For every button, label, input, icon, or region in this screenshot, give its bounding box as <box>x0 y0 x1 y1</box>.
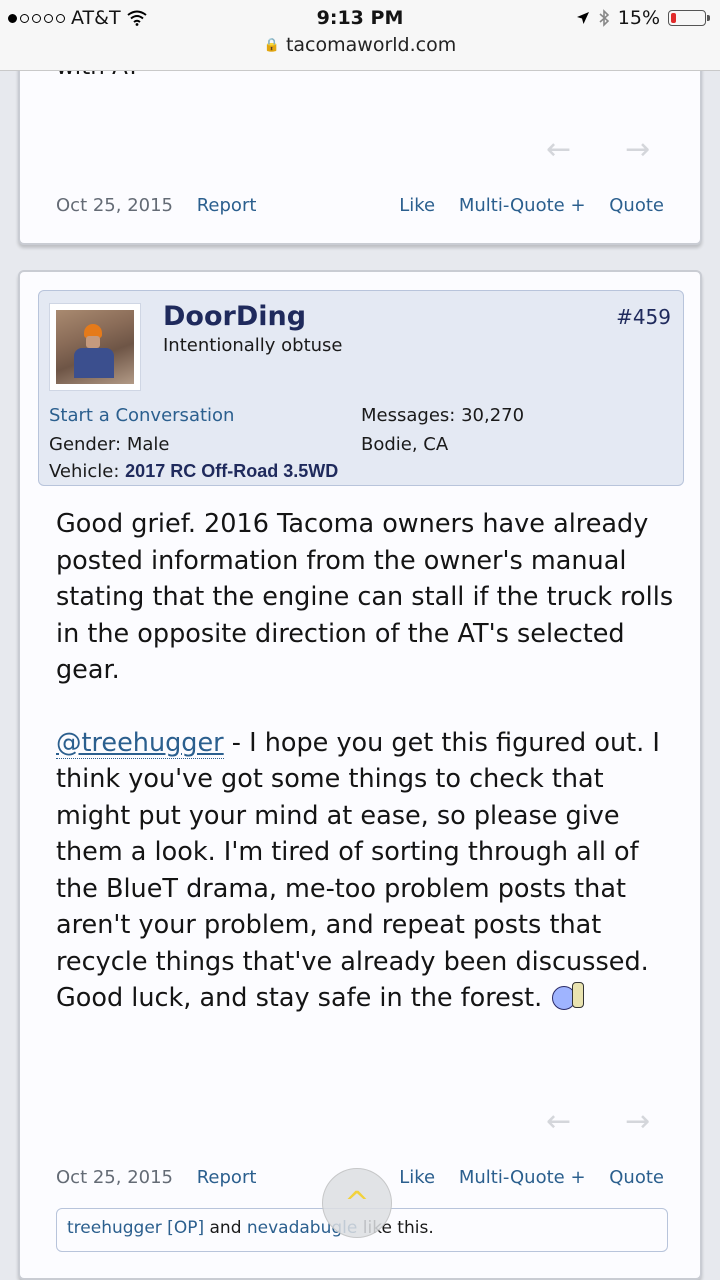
post-date: Oct 25, 2015 <box>56 195 173 216</box>
url-text: tacomaworld.com <box>285 34 457 56</box>
scroll-to-top-button[interactable]: ^ <box>322 1168 392 1238</box>
like-link[interactable]: Like <box>399 195 435 216</box>
post-nav: ← → <box>546 132 650 167</box>
start-conversation-link[interactable]: Start a Conversation <box>49 405 234 426</box>
gender-row: Gender: Male <box>49 434 169 455</box>
post-body: Good grief. 2016 Tacoma owners have alre… <box>56 506 676 1053</box>
multi-quote-link[interactable]: Multi-Quote + <box>459 195 586 216</box>
avatar[interactable] <box>49 303 141 391</box>
status-bar: AT&T 9:13 PM 15% 🔒 tacomaworld.com <box>0 0 720 71</box>
quote-link[interactable]: Quote <box>609 195 664 216</box>
previous-arrow-icon[interactable]: ← <box>546 1104 571 1139</box>
quote-link[interactable]: Quote <box>609 1167 664 1188</box>
location-arrow-icon <box>576 12 589 24</box>
battery-icon <box>668 10 710 26</box>
messages-row: Messages: 30,270 <box>361 405 524 426</box>
thumbs-up-smiley-icon <box>552 982 586 1012</box>
url-bar[interactable]: 🔒 tacomaworld.com <box>0 34 720 56</box>
post-paragraph: Good grief. 2016 Tacoma owners have alre… <box>56 509 674 685</box>
post-number-link[interactable]: #459 <box>616 305 671 329</box>
avatar-photo <box>56 310 134 384</box>
vehicle-value: 2017 RC Off-Road 3.5WD <box>125 461 339 481</box>
post-nav: ← → <box>546 1104 650 1139</box>
report-link[interactable]: Report <box>197 195 257 216</box>
post-date: Oct 25, 2015 <box>56 1167 173 1188</box>
gender-value: Male <box>126 434 170 455</box>
user-mention-link[interactable]: @treehugger <box>56 727 224 759</box>
vehicle-label: Vehicle: <box>49 461 120 482</box>
previous-arrow-icon[interactable]: ← <box>546 132 571 167</box>
next-arrow-icon[interactable]: → <box>625 1104 650 1139</box>
username-link[interactable]: DoorDing <box>163 301 306 332</box>
battery-percent: 15% <box>617 7 660 29</box>
status-right: 15% <box>576 7 710 29</box>
chevron-up-icon: ^ <box>344 1185 370 1221</box>
next-arrow-icon[interactable]: → <box>625 132 650 167</box>
post-paragraph-text: - I hope you get this figured out. I thi… <box>56 727 660 1014</box>
messages-count: 30,270 <box>461 405 525 426</box>
user-location: Bodie, CA <box>361 434 449 455</box>
lock-icon: 🔒 <box>263 38 280 53</box>
report-link[interactable]: Report <box>197 1167 257 1188</box>
multi-quote-link[interactable]: Multi-Quote + <box>459 1167 586 1188</box>
vehicle-row: Vehicle: 2017 RC Off-Road 3.5WD <box>49 461 338 482</box>
user-info-block: DoorDing Intentionally obtuse #459 Start… <box>38 290 684 486</box>
like-link[interactable]: Like <box>399 1167 435 1188</box>
battery-level <box>671 13 676 23</box>
post-card: DoorDing Intentionally obtuse #459 Start… <box>18 270 702 1280</box>
likes-conjunction: and <box>204 1218 247 1238</box>
gender-label: Gender: <box>49 434 122 455</box>
post-paragraph: @treehugger - I hope you get this figure… <box>56 725 676 1017</box>
bluetooth-icon <box>599 9 609 27</box>
messages-label: Messages: <box>361 405 456 426</box>
user-title: Intentionally obtuse <box>163 335 343 356</box>
liker-link[interactable]: treehugger [OP] <box>67 1218 204 1238</box>
previous-post-footer: Oct 25, 2015 Report Like Multi-Quote + Q… <box>56 195 664 216</box>
